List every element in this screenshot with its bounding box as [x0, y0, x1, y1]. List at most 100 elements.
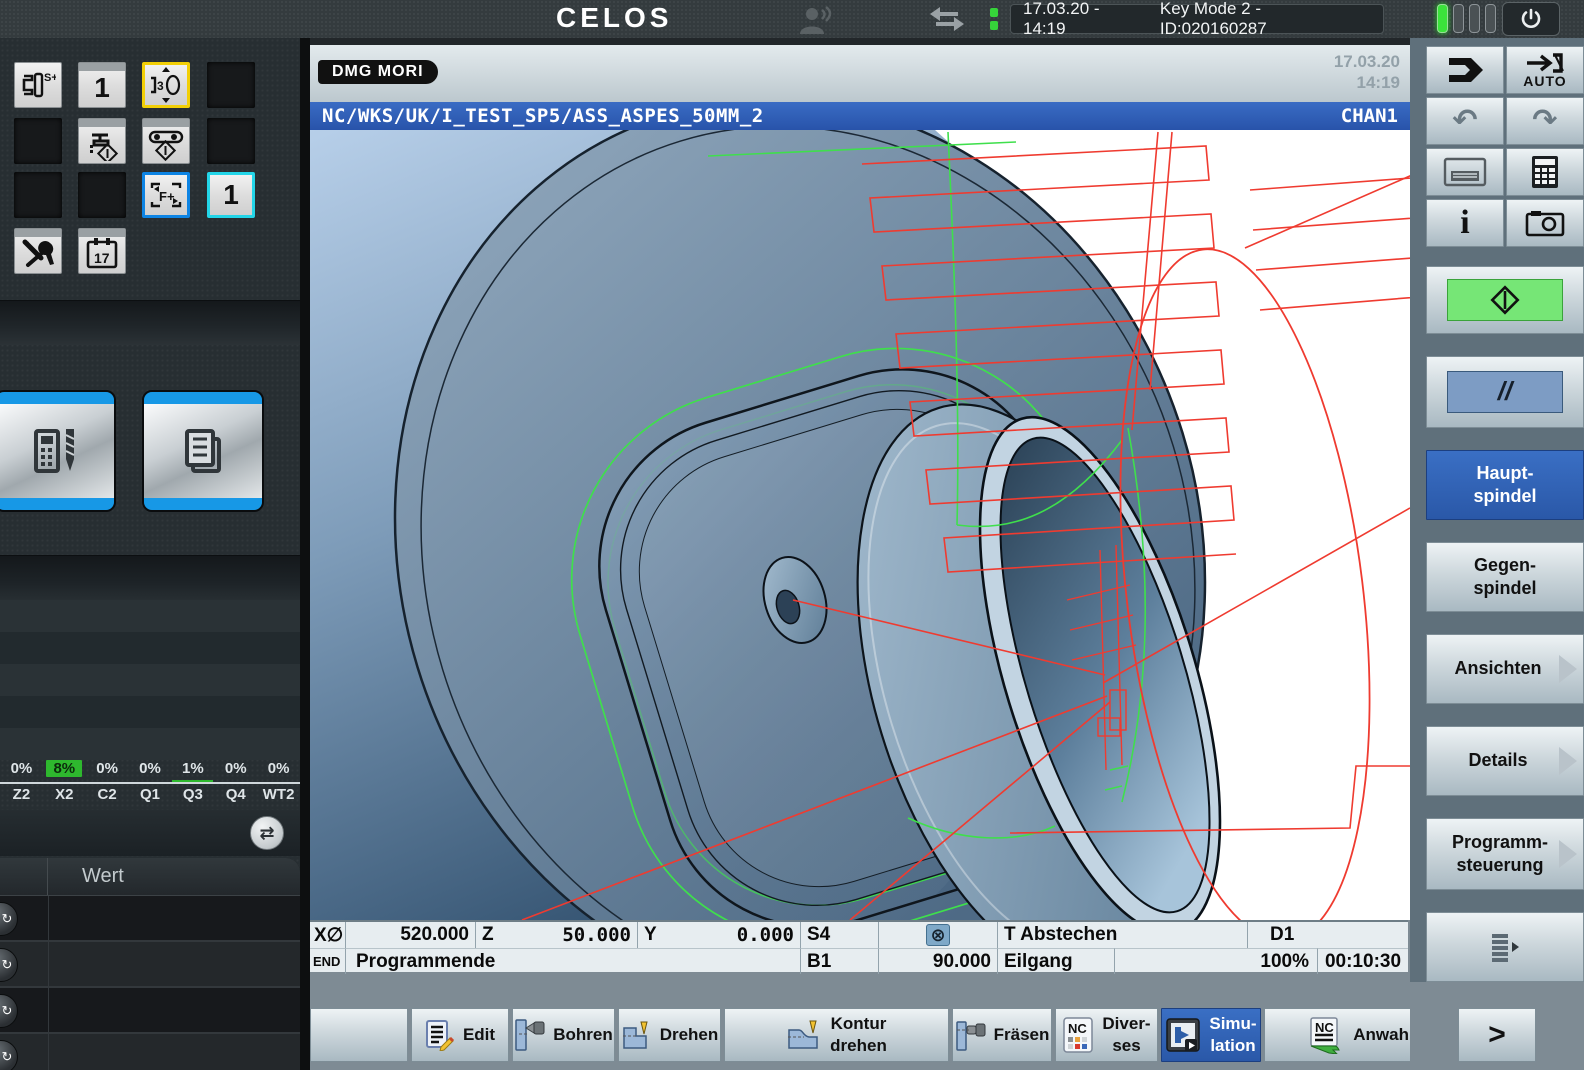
undo-button[interactable]: ↶ [1426, 97, 1504, 145]
softkey-fraesen[interactable]: Fräsen [952, 1008, 1052, 1062]
coolant-key[interactable] [78, 118, 126, 164]
axis-load-value: 0% [86, 760, 129, 780]
value-table-column-line [48, 896, 49, 1070]
keyboard-icon [1443, 157, 1487, 187]
info-button[interactable]: i [1426, 199, 1504, 247]
softkey-bohren[interactable]: Bohren [512, 1008, 615, 1062]
documents-icon [177, 425, 229, 477]
refresh-icon: ↻ [0, 1040, 18, 1070]
screenshot-button[interactable] [1506, 199, 1584, 247]
celos-logo: CELOS [556, 2, 672, 34]
softkey-edit[interactable]: Edit [411, 1008, 509, 1062]
redo-button[interactable]: ↷ [1506, 97, 1584, 145]
softkey-hauptspindel[interactable]: Haupt- spindel [1426, 450, 1584, 520]
axis-label: Q4 [214, 786, 257, 806]
power-button[interactable] [1502, 2, 1560, 36]
swap-band: ⇄ [0, 810, 300, 856]
empty-key-slot [14, 118, 62, 164]
count-one-key[interactable]: 1 [207, 172, 255, 218]
swap-view-button[interactable]: ⇄ [250, 816, 284, 850]
channel-bars [1437, 4, 1496, 33]
table-row[interactable]: ↻ [0, 988, 300, 1034]
keyboard-button[interactable] [1426, 148, 1504, 196]
cycle-start-button[interactable] [1426, 266, 1584, 334]
channel-label: CHAN1 [1341, 105, 1398, 127]
softkey-drehen[interactable]: Drehen [618, 1008, 721, 1062]
status-dots-icon [990, 8, 998, 30]
nc-select-icon: NC [1307, 1016, 1343, 1054]
softkey-ansichten[interactable]: Ansichten [1426, 634, 1584, 704]
channel-bar [1485, 4, 1496, 33]
turning-icon [621, 1018, 653, 1052]
block-skip-icon: // [1447, 371, 1563, 413]
program-path: NC/WKS/UK/I_TEST_SP5/ASS_ASPES_50MM_2 [322, 105, 764, 127]
spindle-s-plus-key[interactable]: S+ [14, 62, 62, 108]
table-row[interactable]: ↻ [0, 1034, 300, 1070]
tool-list-icon [32, 425, 78, 477]
auto-mode-button[interactable]: AUTO [1506, 46, 1584, 94]
cycle-start-icon [1447, 279, 1563, 321]
axis-load-value: 1% [171, 760, 214, 780]
menu-extend-button[interactable] [1426, 912, 1584, 982]
feed-plus-key[interactable]: F+ [142, 172, 190, 218]
spindle-state-cell: ⊗ [879, 922, 998, 948]
softkey-details[interactable]: Details [1426, 726, 1584, 796]
axis-label: WT2 [257, 786, 300, 806]
softkey-simulation[interactable]: Simu- lation [1161, 1008, 1261, 1062]
block-skip-button[interactable]: // [1426, 356, 1584, 428]
axis-load-value: 0% [0, 760, 43, 780]
tool-number-key[interactable]: 1 [78, 62, 126, 108]
milling-icon [955, 1018, 987, 1052]
softkey-kontur-drehen[interactable]: Kontur drehen [724, 1008, 949, 1062]
power-icon [1520, 8, 1542, 30]
sync-arrows-icon[interactable] [928, 5, 966, 33]
user-icon[interactable] [796, 4, 836, 34]
axis-z-cell: Z50.000 [476, 922, 638, 948]
softkey-more[interactable]: > [1458, 1008, 1536, 1062]
session-keymode: Key Mode 2 - ID:020160287 [1160, 0, 1371, 39]
simulation-viewport[interactable] [310, 130, 1410, 920]
viewport-header: DMG MORI 17.03.20 14:19 [310, 45, 1410, 102]
softkey-diverses[interactable]: NC Diver- ses [1055, 1008, 1158, 1062]
table-row[interactable]: ↻ [0, 942, 300, 988]
value-table: Wert ↻ ↻ ↻ ↻ ↻ [0, 858, 300, 1070]
axis-label: Q3 [171, 786, 214, 806]
table-row[interactable]: ↻ [0, 896, 300, 942]
documents-app-button[interactable] [142, 390, 264, 512]
tool-data-app-button[interactable] [0, 390, 116, 512]
chevron-right-icon [1559, 747, 1577, 775]
calendar-key[interactable]: 17 [78, 228, 126, 274]
axis-load-value: 0% [214, 760, 257, 780]
feed-mode: Eilgang [1004, 951, 1073, 973]
empty-key-slot [14, 172, 62, 218]
main-area: DMG MORI 17.03.20 14:19 NC/WKS/UK/I_TEST… [300, 38, 1410, 1070]
tool-offset-cell: D1 [1248, 922, 1408, 948]
single-block-button[interactable] [1426, 46, 1504, 94]
axis-load-values: 0% 8% 0% 0% 1% 0% 0% [0, 760, 300, 780]
axis-b-value: 90.000 [879, 948, 998, 974]
axis-x-label: X∅ [314, 924, 343, 947]
panel-divider [0, 555, 300, 600]
single-block-icon [1443, 56, 1487, 84]
axis-b-label: B1 [807, 951, 831, 973]
svg-text:NC: NC [1068, 1021, 1087, 1036]
override-value: 100% [1260, 951, 1309, 973]
spindle-3-jog-key[interactable]: 3 [142, 62, 190, 108]
program-title-bar: NC/WKS/UK/I_TEST_SP5/ASS_ASPES_50MM_2 CH… [310, 102, 1410, 130]
empty-key-slot [78, 172, 126, 218]
softkey-gegenspindel[interactable]: Gegen- spindel [1426, 542, 1584, 612]
right-panel: AUTO ↶ ↷ i [1410, 38, 1584, 1070]
softkey-programmsteuerung[interactable]: Programm- steuerung [1426, 818, 1584, 890]
menu-list-icon [1488, 932, 1522, 962]
main-top-edge [310, 38, 1410, 45]
svg-text:17: 17 [94, 250, 110, 266]
calculator-button[interactable] [1506, 148, 1584, 196]
chip-conveyor-key[interactable] [142, 118, 190, 164]
channel-bar [1453, 4, 1464, 33]
redo-icon: ↷ [1532, 102, 1557, 140]
axis-x-value: 520.000 [346, 922, 476, 948]
service-tools-key[interactable] [14, 228, 62, 274]
end-badge: END [313, 954, 340, 969]
refresh-icon: ↻ [0, 902, 18, 936]
undo-icon: ↶ [1452, 102, 1477, 140]
